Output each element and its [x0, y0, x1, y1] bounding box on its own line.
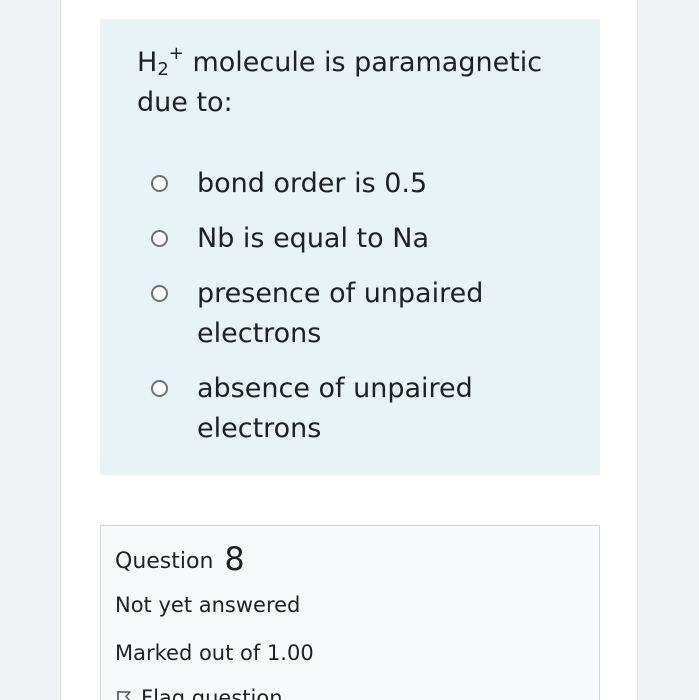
flag-outline-icon[interactable] [115, 689, 133, 700]
answer-label-2[interactable]: Nb is equal to Na [197, 219, 527, 259]
answer-option-3[interactable]: presence of unpaired electrons [151, 274, 571, 354]
question-formulation: H2+ molecule is paramagnetic due to: bon… [100, 19, 600, 475]
answer-option-1[interactable]: bond order is 0.5 [151, 164, 571, 204]
answer-label-4[interactable]: absence of unpaired electrons [197, 369, 527, 449]
answer-options: bond order is 0.5 Nb is equal to Na pres… [151, 164, 571, 464]
question-number: 8 [224, 540, 245, 578]
flag-question-label[interactable]: Flag question [141, 686, 283, 700]
answer-radio-4[interactable] [151, 380, 168, 397]
answer-option-2[interactable]: Nb is equal to Na [151, 219, 571, 259]
answer-label-1[interactable]: bond order is 0.5 [197, 164, 527, 204]
answer-radio-2[interactable] [151, 230, 168, 247]
question-state: Not yet answered [115, 593, 301, 617]
question-info-panel: Question 8 Not yet answered Marked out o… [100, 525, 600, 700]
answer-option-4[interactable]: absence of unpaired electrons [151, 369, 571, 449]
question-species-base: H [137, 47, 158, 78]
answer-radio-1[interactable] [151, 175, 168, 192]
question-text: H2+ molecule is paramagnetic due to: [137, 43, 587, 123]
question-species-subscript: 2 [157, 59, 169, 80]
question-grade: Marked out of 1.00 [115, 641, 314, 665]
page: H2+ molecule is paramagnetic due to: bon… [0, 0, 699, 700]
question-text-rest: molecule is paramagnetic due to: [137, 47, 543, 118]
question-number-heading: Question 8 [115, 540, 245, 578]
answer-radio-3[interactable] [151, 285, 168, 302]
question-species-superscript: + [168, 43, 184, 64]
quiz-card: H2+ molecule is paramagnetic due to: bon… [60, 0, 638, 700]
answer-label-3[interactable]: presence of unpaired electrons [197, 274, 527, 354]
flag-question-link[interactable]: Flag question [115, 686, 283, 700]
question-word: Question [115, 549, 214, 574]
